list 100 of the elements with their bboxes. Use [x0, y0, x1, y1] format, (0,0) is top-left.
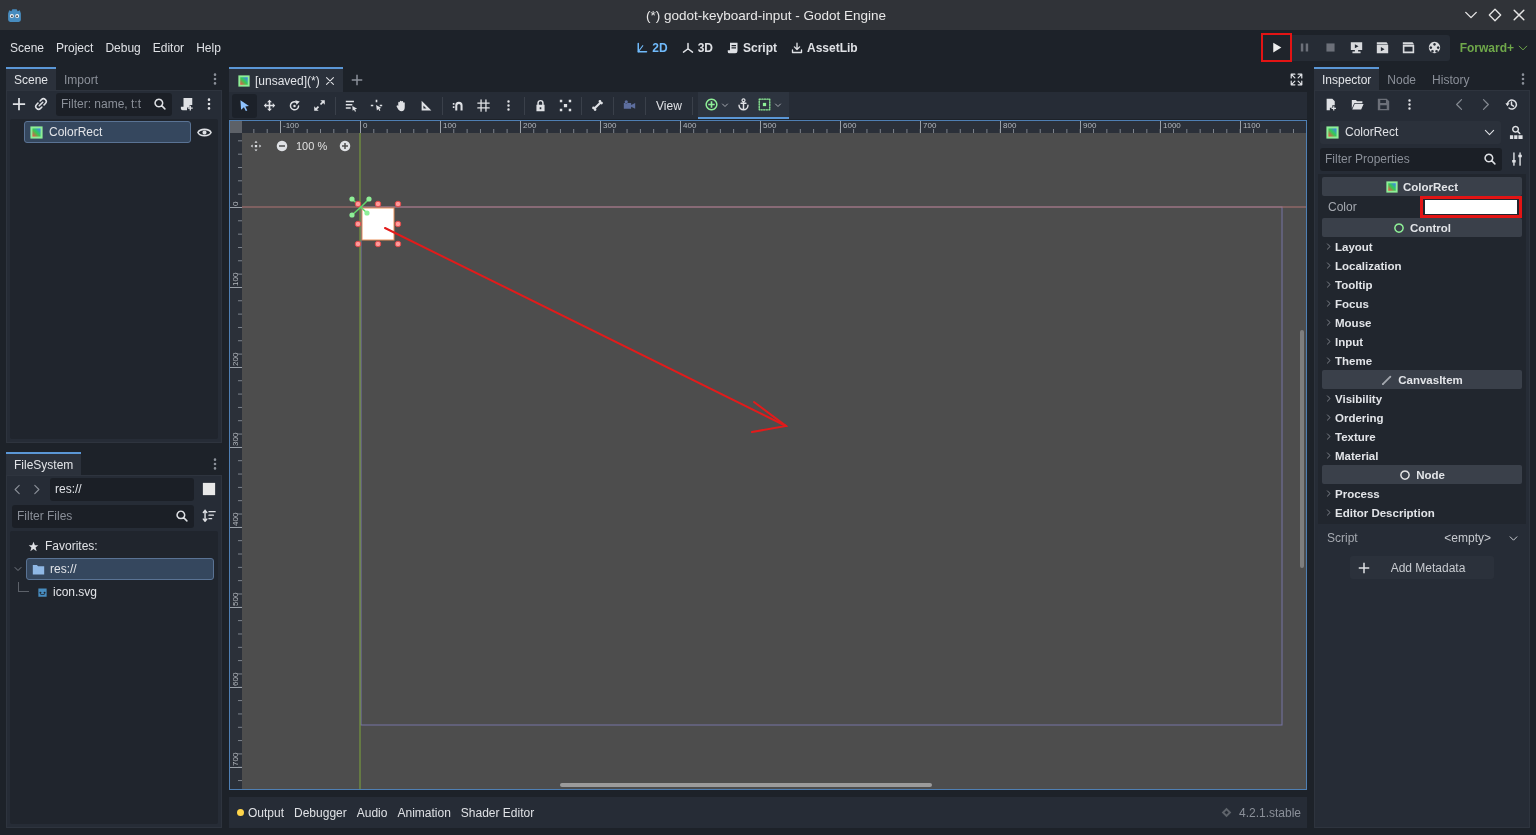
property-group[interactable]: Ordering: [1322, 408, 1522, 427]
doc-search-icon[interactable]: [1509, 124, 1524, 140]
ruler-label: 400: [231, 512, 240, 526]
select-mode-button[interactable]: [232, 93, 257, 118]
view-menu[interactable]: View: [649, 95, 689, 116]
chevron-right-icon: [1325, 490, 1332, 497]
stop-icon: [1324, 41, 1338, 54]
object-selector[interactable]: ColorRect: [1320, 120, 1501, 144]
dock-tab[interactable]: Import: [56, 67, 107, 90]
property-group[interactable]: Process: [1322, 484, 1522, 503]
menu-item[interactable]: Editor: [146, 37, 191, 58]
sort-icon[interactable]: [202, 509, 216, 523]
chevron-left-icon[interactable]: [12, 483, 23, 495]
property-group[interactable]: Editor Description: [1322, 503, 1522, 522]
sliders-icon[interactable]: [1510, 152, 1524, 166]
clapperboard-icon: [1402, 41, 1416, 54]
script-plus-icon[interactable]: [180, 97, 194, 111]
ruler-label: 400: [683, 121, 697, 130]
property-group[interactable]: Theme: [1322, 351, 1522, 370]
close-icon[interactable]: [1512, 8, 1526, 22]
plus-icon[interactable]: [12, 97, 26, 111]
menu-item[interactable]: Project: [50, 37, 100, 58]
bottom-panel-tab[interactable]: Debugger: [292, 802, 353, 823]
chevron-right-icon[interactable]: [31, 483, 42, 495]
bottom-panel-tab[interactable]: Shader Editor: [458, 802, 541, 823]
zoom-in-icon[interactable]: [339, 140, 352, 152]
square-icon[interactable]: [202, 482, 216, 496]
filter-field[interactable]: Filter: name, t:t: [56, 92, 172, 116]
rotate-icon: [288, 99, 301, 112]
chevron-right-icon: [1325, 319, 1332, 326]
path-field[interactable]: res://: [50, 477, 194, 501]
dock-tab[interactable]: History: [1424, 67, 1478, 90]
close-icon[interactable]: [324, 75, 335, 86]
chevron-right-icon: [1325, 300, 1332, 307]
chevron-right-icon: [1325, 262, 1332, 269]
center-view-icon[interactable]: [250, 140, 262, 152]
property-group[interactable]: Material: [1322, 446, 1522, 465]
file-tree-item[interactable]: res://: [26, 558, 214, 580]
ruler-label: 600: [843, 121, 857, 130]
file-tree-item[interactable]: icon.svg: [33, 581, 214, 603]
property-group[interactable]: Input: [1322, 332, 1522, 351]
property-group[interactable]: Layout: [1322, 237, 1522, 256]
version-label[interactable]: 4.2.1.stable: [1238, 805, 1301, 820]
tree-node[interactable]: ColorRect: [24, 121, 191, 143]
triangle-ruler-icon: [420, 99, 433, 112]
dock-tab[interactable]: Node: [1379, 67, 1425, 90]
app-logo-icon: [6, 6, 23, 24]
ruler-label: 0: [231, 201, 240, 206]
section-title: Control: [1410, 221, 1451, 234]
ruler-label: 300: [231, 432, 240, 446]
menu-item[interactable]: Debug: [99, 37, 147, 58]
chevron-right-icon: [1325, 452, 1332, 459]
dock-tab[interactable]: Scene: [6, 67, 57, 90]
link-icon[interactable]: [34, 97, 48, 111]
property-group[interactable]: Mouse: [1322, 313, 1522, 332]
dock-tab[interactable]: FileSystem: [6, 452, 82, 475]
group-icon: [559, 99, 572, 112]
fullscreen-icon[interactable]: [1290, 73, 1303, 86]
dotted-square-icon: [757, 98, 771, 111]
menu-item[interactable]: Help: [190, 37, 227, 58]
property-group[interactable]: Texture: [1322, 427, 1522, 446]
filter-field[interactable]: Filter Files: [12, 504, 194, 528]
hand-icon: [395, 99, 408, 112]
property-group[interactable]: Visibility: [1322, 389, 1522, 408]
diamond-icon[interactable]: [1488, 8, 1502, 22]
filter-field[interactable]: Filter Properties: [1320, 147, 1502, 171]
property-group[interactable]: Focus: [1322, 294, 1522, 313]
workspace-tab[interactable]: 2D: [630, 36, 674, 59]
bottom-panel-tab[interactable]: Output: [235, 802, 291, 823]
canvas-viewport[interactable]: -100 0 100 200 300 400 500 600 700 800 900 1000 1100 0 100 200 300 400 500 600 700 100 %: [229, 120, 1307, 790]
axes-icon: [636, 41, 649, 54]
menu-item[interactable]: Scene: [4, 37, 51, 58]
horizontal-scrollbar-thumb[interactable]: [560, 783, 932, 787]
bottom-panel-tab[interactable]: Animation: [395, 802, 457, 823]
zoom-out-icon[interactable]: [276, 140, 288, 152]
property-group[interactable]: Localization: [1322, 256, 1522, 275]
zoom-level[interactable]: 100 %: [296, 140, 328, 152]
workspace-tab[interactable]: AssetLib: [785, 36, 864, 59]
folder-icon: [32, 562, 45, 576]
robot-file-icon: [37, 586, 48, 598]
script-dropdown[interactable]: <empty>: [1444, 531, 1518, 545]
add-metadata-button[interactable]: Add Metadata: [1350, 556, 1494, 579]
renderer-dropdown[interactable]: Forward+: [1457, 36, 1530, 59]
ruler-corner: [230, 121, 242, 133]
selection-handles[interactable]: [349, 196, 402, 248]
property-group[interactable]: Tooltip: [1322, 275, 1522, 294]
vertical-scrollbar-thumb[interactable]: [1300, 330, 1304, 568]
workspace-tab[interactable]: Script: [721, 36, 783, 59]
document-tab[interactable]: [unsaved](*): [229, 67, 343, 92]
bottom-panel-tab[interactable]: Audio: [354, 802, 394, 823]
dock-tab[interactable]: Inspector: [1314, 67, 1380, 90]
cursor-icon: [238, 99, 251, 112]
ruler-label: -100: [283, 121, 299, 130]
chevron-down-icon: [1518, 42, 1528, 53]
color-swatch[interactable]: [1425, 200, 1517, 214]
workspace-tab[interactable]: 3D: [675, 36, 719, 59]
chevron-right-icon: [1325, 357, 1332, 364]
ruler-label: 100: [231, 272, 240, 286]
bone-icon: [591, 99, 604, 112]
clapperboard-play-icon: [1376, 41, 1390, 54]
